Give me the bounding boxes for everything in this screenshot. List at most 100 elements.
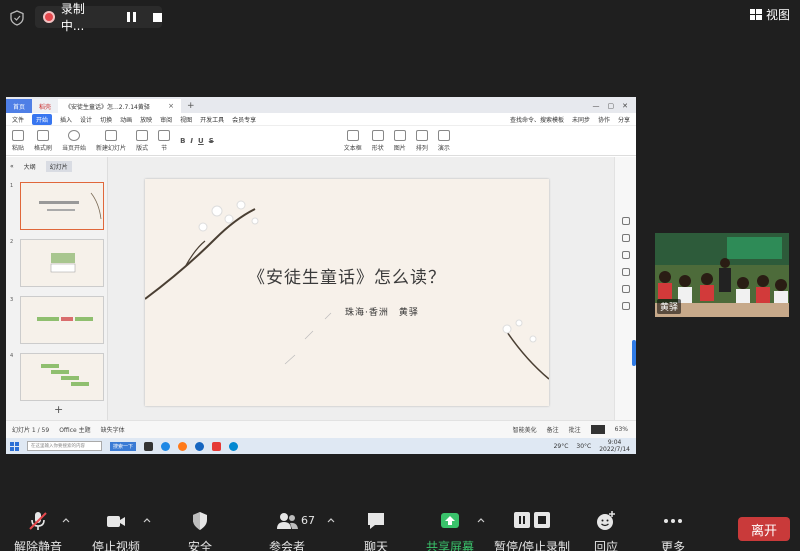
section-button[interactable]: 节 [158,129,171,152]
slide-thumbnail[interactable] [20,182,104,230]
edge-icon[interactable] [161,441,171,451]
picture-button[interactable]: 图片 [393,129,406,152]
maximize-icon[interactable]: ▢ [608,102,615,110]
menu-review[interactable]: 审阅 [160,115,172,124]
close-window-icon[interactable]: ✕ [622,102,628,110]
pause-recording-icon[interactable] [127,12,137,22]
record-dot-icon [43,11,55,23]
menu-design[interactable]: 设计 [80,115,92,124]
notes-button[interactable]: 备注 [547,425,559,434]
browser-icon[interactable] [178,441,188,451]
sync-status[interactable]: 未同步 [572,115,590,124]
view-button[interactable]: 视图 [749,6,790,23]
security-button[interactable]: 安全 [165,510,235,551]
slideshow-play-icon[interactable] [590,425,605,434]
slide-thumbnail[interactable] [20,296,104,344]
tab-outline[interactable]: 大纲 [24,162,36,171]
chevron-up-icon[interactable] [62,516,70,524]
chevron-up-icon[interactable] [327,516,335,524]
taskbar-search-button[interactable]: 搜索一下 [110,441,137,451]
new-slide-button[interactable]: 新建幻灯片 [96,129,126,152]
add-slide-icon[interactable]: + [54,403,63,416]
command-search[interactable]: 查找命令、搜索模板 [510,115,564,124]
collapse-icon[interactable]: « [10,163,14,170]
chat-button[interactable]: 聊天 [341,510,411,551]
more-button[interactable]: 更多 [638,510,708,551]
slide-thumbnail[interactable] [20,239,104,287]
comment-button[interactable]: 批注 [569,425,581,434]
tool-icon[interactable] [622,251,630,259]
menu-insert[interactable]: 插入 [60,115,72,124]
thumb-number: 2 [10,239,14,245]
tab-document[interactable]: 《安徒生童话》怎...2.7.14黄驿 × [58,99,182,113]
paste-button[interactable]: 粘贴 [12,129,24,152]
windows-taskbar: 在这里输入你要搜索的内容 搜索一下 29°C 30°C 9:04 2022/7/… [6,438,636,454]
share-doc-button[interactable]: 分享 [618,115,630,124]
pause-stop-recording-button[interactable]: 暂停/停止录制 [494,510,570,551]
thumb-art [37,317,93,321]
tool-icon[interactable] [622,234,630,242]
play-from-current-button[interactable]: 当页开始 [62,129,86,152]
wps-icon[interactable] [212,441,222,451]
menu-devtools[interactable]: 开发工具 [200,115,224,124]
textbox-button[interactable]: 文本框 [344,129,362,152]
unmute-label: 解除静音 [13,540,62,551]
chevron-up-icon[interactable] [477,516,485,524]
format-painter-button[interactable]: 格式刷 [34,129,52,152]
slide-thumbnail[interactable] [20,353,104,401]
weather-2: 30°C [576,442,592,450]
shield-icon[interactable] [10,10,24,26]
textbox-icon [346,129,359,141]
menu-home[interactable]: 开始 [32,113,53,125]
taskbar-search-input[interactable]: 在这里输入你要搜索的内容 [27,441,102,451]
menu-file[interactable]: 文件 [12,115,24,124]
strike-icon[interactable]: S [209,137,214,145]
share-screen-button[interactable]: 共享屏幕 [415,510,485,551]
windows-start-icon[interactable] [10,441,19,451]
tool-icon[interactable] [622,268,630,276]
italic-icon[interactable]: I [190,137,193,145]
tool-icon[interactable] [622,217,630,225]
underline-icon[interactable]: U [198,137,204,145]
menu-view[interactable]: 视图 [180,115,192,124]
arrange-button[interactable]: 排列 [415,129,428,152]
bold-icon[interactable]: B [180,137,185,145]
reactions-button[interactable]: 回应 [571,510,641,551]
collab-button[interactable]: 协作 [598,115,610,124]
zoom-level[interactable]: 63% [615,426,628,433]
system-clock[interactable]: 9:04 2022/7/14 [599,439,630,453]
menu-transition[interactable]: 切换 [100,115,112,124]
tab-daoke-label: 稻壳 [39,103,52,111]
share-scroll-indicator[interactable] [632,340,636,366]
task-view-icon[interactable] [144,441,154,451]
layout-button[interactable]: 版式 [136,129,148,152]
tab-home[interactable]: 首页 [6,99,33,113]
muted-mic-icon [29,512,47,530]
app-icon[interactable] [229,441,239,451]
menu-member[interactable]: 会员专享 [232,115,256,124]
tool-icon[interactable] [622,302,630,310]
menu-bar: 文件 开始 插入 设计 切换 动画 放映 审阅 视图 开发工具 会员专享 查找命… [6,113,636,126]
ie-icon[interactable] [195,441,205,451]
tab-daoke[interactable]: 稻壳 [32,99,59,113]
present-button[interactable]: 演示 [437,129,450,152]
shape-button[interactable]: 形状 [371,129,384,152]
current-slide[interactable]: 《安徒生童话》怎么读？ 珠海·香洲 黄驿 [145,179,549,406]
menu-animation[interactable]: 动画 [120,115,132,124]
beautify-button[interactable]: 智能美化 [513,425,537,434]
leave-button[interactable]: 离开 [738,517,790,541]
meeting-window: 录制中... 视图 首页 稻壳 《安徒生童话》怎...2.7.14黄驿 × + … [0,0,800,551]
close-tab-icon[interactable]: × [168,102,174,110]
missing-font[interactable]: 缺失字体 [101,425,125,434]
participant-video[interactable]: 黄驿 [655,233,789,317]
chevron-up-icon[interactable] [143,516,151,524]
tool-icon[interactable] [622,285,630,293]
section-icon [158,129,171,141]
tab-slides[interactable]: 幻灯片 [45,160,72,172]
more-dots-icon [664,519,682,523]
stop-recording-icon[interactable] [153,12,163,22]
minimize-icon[interactable]: — [593,102,600,110]
stop-video-button[interactable]: 停止视频 [81,510,151,551]
menu-slideshow[interactable]: 放映 [140,115,152,124]
new-tab-icon[interactable]: + [181,99,201,113]
